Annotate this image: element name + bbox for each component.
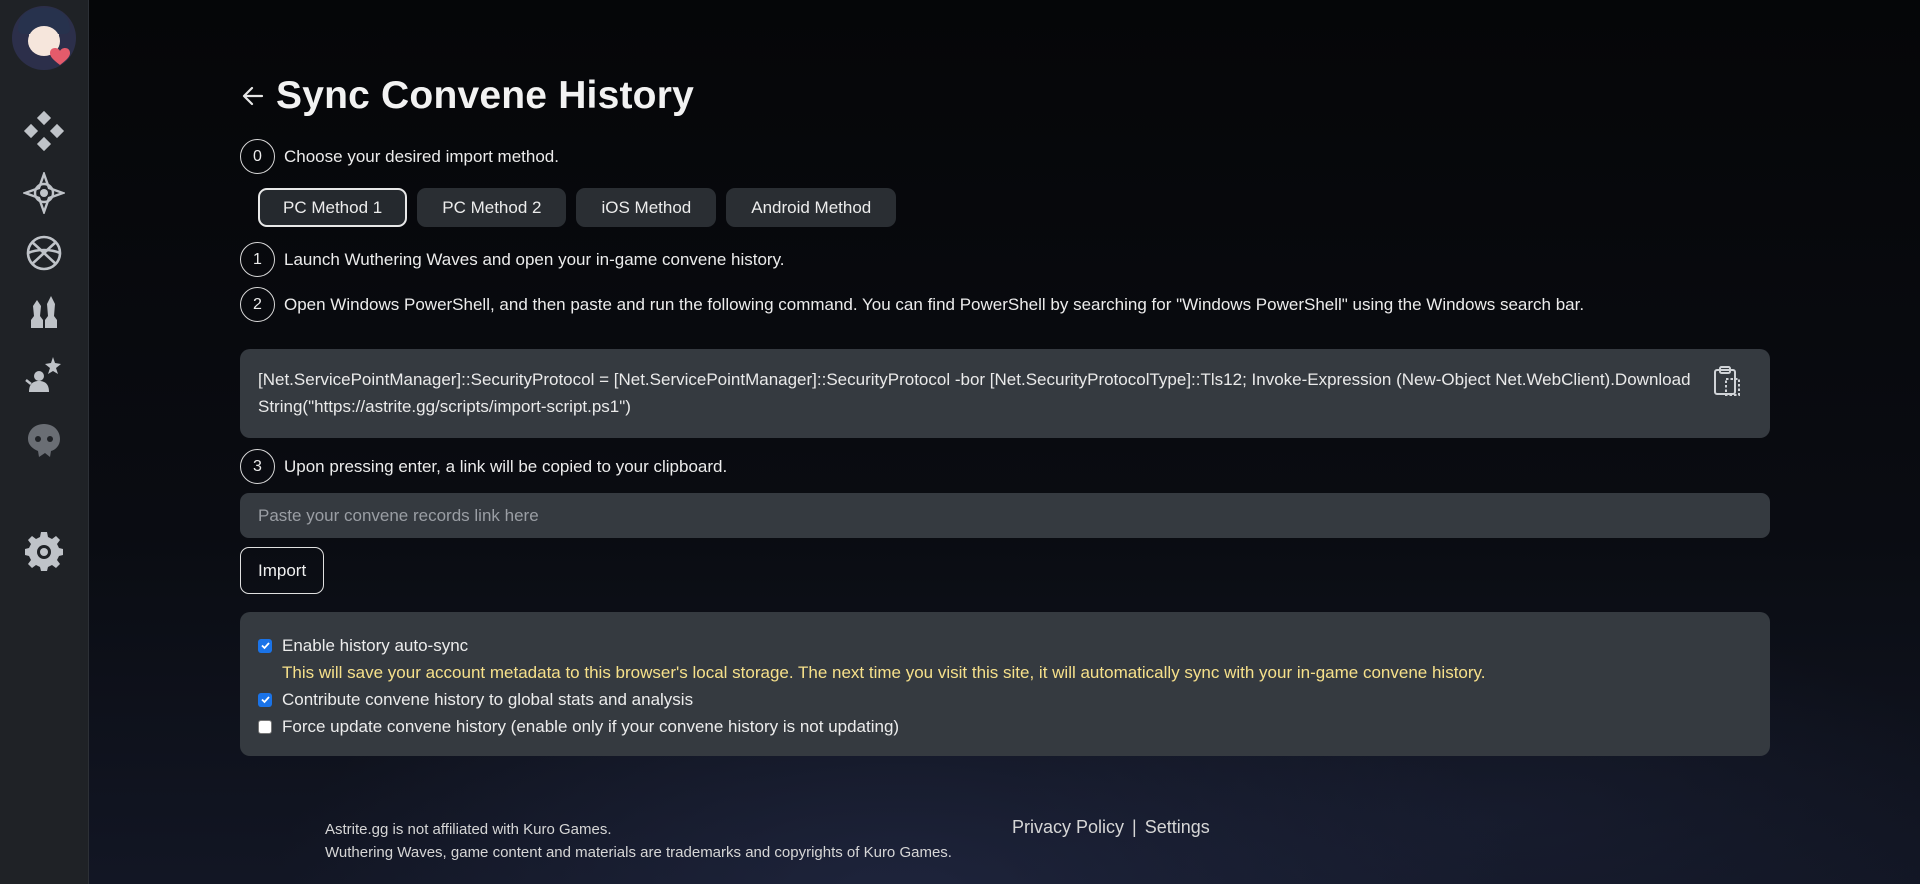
method-tabs: PC Method 1 PC Method 2 iOS Method Andro… [258,188,897,227]
globe-icon [26,235,62,271]
auto-sync-checkbox[interactable] [258,638,272,653]
options-panel: Enable history auto-sync This will save … [240,612,1770,756]
dashboard-icon [23,110,65,152]
step-text: Choose your desired import method. [284,146,559,166]
step-number: 2 [240,287,275,322]
sidebar-item-globe[interactable] [22,231,66,275]
option-auto-sync[interactable]: Enable history auto-sync [258,632,1752,659]
characters-icon [31,296,57,328]
sidebar-item-echo[interactable] [22,418,66,462]
checkmark-icon [260,696,270,704]
step-2: 2 Open Windows PowerShell, and then past… [240,287,1584,322]
tierlist-icon [25,357,61,392]
step-text: Open Windows PowerShell, and then paste … [284,294,1585,314]
page-title: Sync Convene History [276,74,694,117]
contribute-label: Contribute convene history to global sta… [282,689,694,709]
import-button[interactable]: Import [240,547,325,594]
force-update-label: Force update convene history (enable onl… [282,716,900,736]
sidebar-item-characters[interactable] [22,289,66,333]
footer-line-1: Astrite.gg is not affiliated with Kuro G… [325,821,612,838]
convene-icon [23,172,65,214]
step-3: 3 Upon pressing enter, a link will be co… [240,449,727,484]
sidebar-item-convene[interactable] [22,171,66,215]
option-contribute[interactable]: Contribute convene history to global sta… [258,686,1752,713]
gear-icon [25,532,63,571]
convene-link-input[interactable] [240,493,1770,538]
privacy-policy-link[interactable]: Privacy Policy [1012,817,1124,838]
force-update-checkbox[interactable] [258,719,272,734]
title-row: Sync Convene History [240,74,694,118]
tab-pc-method-1[interactable]: PC Method 1 [258,188,408,227]
back-arrow-icon[interactable] [240,83,266,109]
step-text: Upon pressing enter, a link will be copi… [284,456,728,476]
step-text: Launch Wuthering Waves and open your in-… [284,249,785,269]
clipboard-icon[interactable] [1712,365,1742,397]
checkmark-icon [260,642,270,650]
echo-icon [28,424,60,457]
footer-disclaimer: Astrite.gg is not affiliated with Kuro G… [325,818,952,864]
tab-pc-method-2[interactable]: PC Method 2 [417,188,567,227]
step-0: 0 Choose your desired import method. [240,139,559,174]
settings-link[interactable]: Settings [1145,817,1210,838]
contribute-checkbox[interactable] [258,692,272,707]
sidebar-item-tierlist[interactable] [22,353,66,397]
tab-ios-method[interactable]: iOS Method [576,188,717,227]
auto-sync-note: This will save your account metadata to … [282,662,1486,682]
heart-icon [50,48,70,65]
sidebar [0,0,89,884]
sidebar-item-settings[interactable] [22,530,66,574]
step-1: 1 Launch Wuthering Waves and open your i… [240,242,785,277]
footer-line-2: Wuthering Waves, game content and materi… [325,844,952,861]
footer-links: Privacy Policy | Settings [1012,817,1210,838]
step-number: 3 [240,449,275,484]
step-number: 0 [240,139,275,174]
avatar[interactable] [12,6,76,70]
main-content: Sync Convene History 0 Choose your desir… [240,0,1770,884]
command-box[interactable]: [Net.ServicePointManager]::SecurityProto… [240,349,1770,438]
step-number: 1 [240,242,275,277]
option-force-update[interactable]: Force update convene history (enable onl… [258,713,1752,740]
footer-separator: | [1132,817,1137,837]
auto-sync-label: Enable history auto-sync [282,635,469,655]
command-text[interactable]: [Net.ServicePointManager]::SecurityProto… [258,370,1691,416]
tab-android-method[interactable]: Android Method [726,188,897,227]
sidebar-item-dashboard[interactable] [22,109,66,153]
